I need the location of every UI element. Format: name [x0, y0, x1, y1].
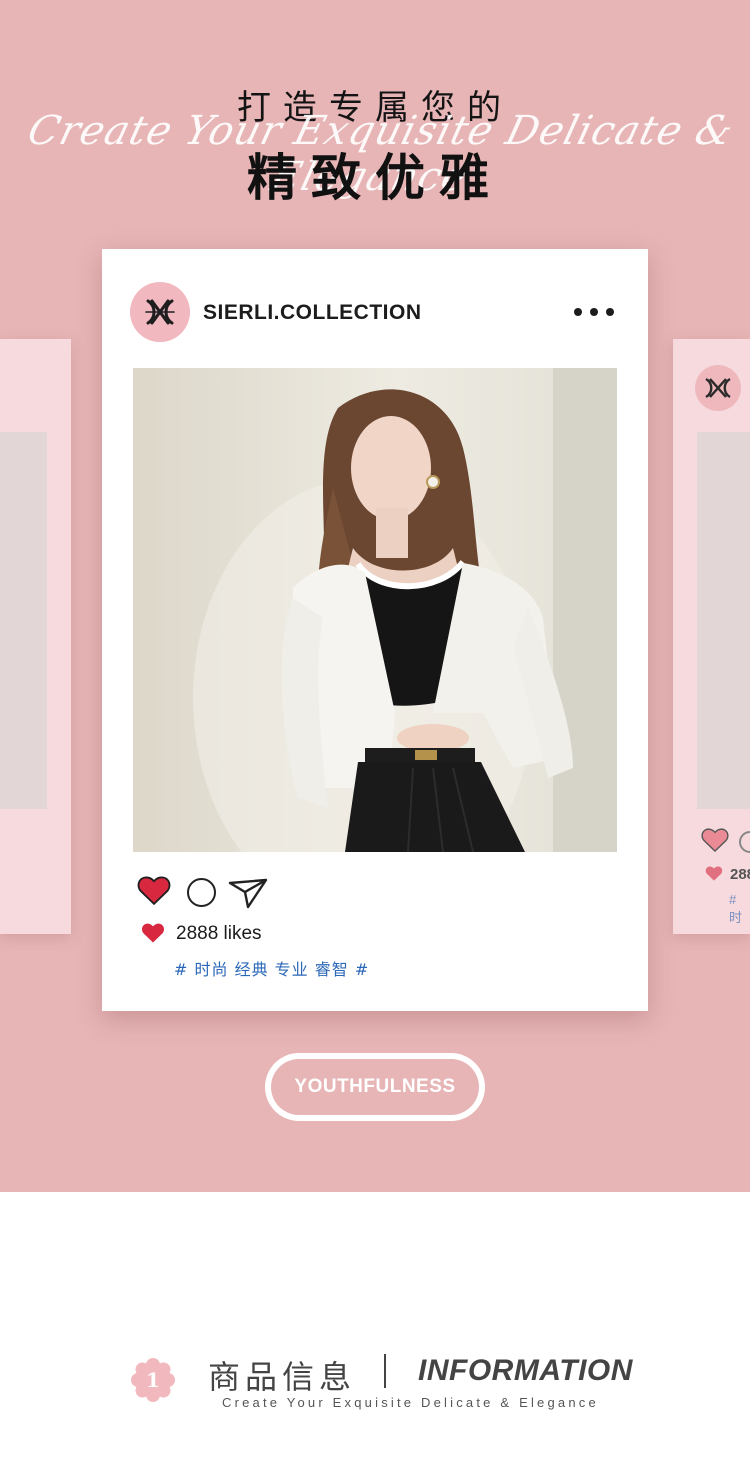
hero-section: 打造专属您的 Create Your Exquisite Delicate & …: [0, 0, 750, 1192]
info-title-cn: 商品信息: [208, 1358, 357, 1396]
side-card-right[interactable]: 288 # 时: [673, 339, 750, 934]
headline-main: 精致优雅: [247, 149, 503, 207]
comment-icon: [739, 831, 750, 853]
model-photo-illustration: [133, 368, 617, 852]
more-dot: [590, 308, 598, 316]
share-icon[interactable]: [228, 877, 268, 909]
info-divider: [384, 1354, 386, 1388]
more-dots-icon[interactable]: [574, 303, 614, 321]
more-dot: [574, 308, 582, 316]
heart-icon[interactable]: [137, 875, 171, 906]
badge-number: 1: [146, 1368, 160, 1392]
heart-icon: [141, 923, 165, 943]
brand-logo-icon: [705, 377, 731, 399]
comment-icon[interactable]: [187, 878, 216, 907]
side-card-avatar: [695, 365, 741, 411]
avatar[interactable]: [130, 282, 190, 342]
hashtags[interactable]: # 时尚 经典 专业 睿智 #: [174, 956, 369, 980]
likes-count[interactable]: 2888 likes: [176, 923, 262, 945]
account-name[interactable]: SIERLI.COLLECTION: [203, 301, 422, 325]
more-dot: [606, 308, 614, 316]
post-photo[interactable]: [133, 368, 617, 852]
youthfulness-button[interactable]: YOUTHFULNESS: [265, 1053, 485, 1121]
side-card-left[interactable]: [0, 339, 71, 934]
side-card-tag: # 时: [729, 892, 743, 925]
info-subtitle: Create Your Exquisite Delicate & Eleganc…: [222, 1395, 599, 1410]
heart-icon: [701, 828, 729, 853]
side-card-likes: 288: [730, 866, 750, 883]
brand-logo-icon: [145, 299, 175, 325]
side-card-photo: [0, 432, 47, 809]
side-card-photo: [697, 432, 750, 809]
youthfulness-button-label: YOUTHFULNESS: [271, 1059, 479, 1115]
flower-badge-icon: 1: [130, 1357, 176, 1408]
post-card: SIERLI.COLLECTION 2888 likes # 时尚 经典 专业 …: [102, 249, 648, 1011]
info-title-en: INFORMATION: [418, 1354, 633, 1387]
heart-icon: [705, 866, 723, 881]
